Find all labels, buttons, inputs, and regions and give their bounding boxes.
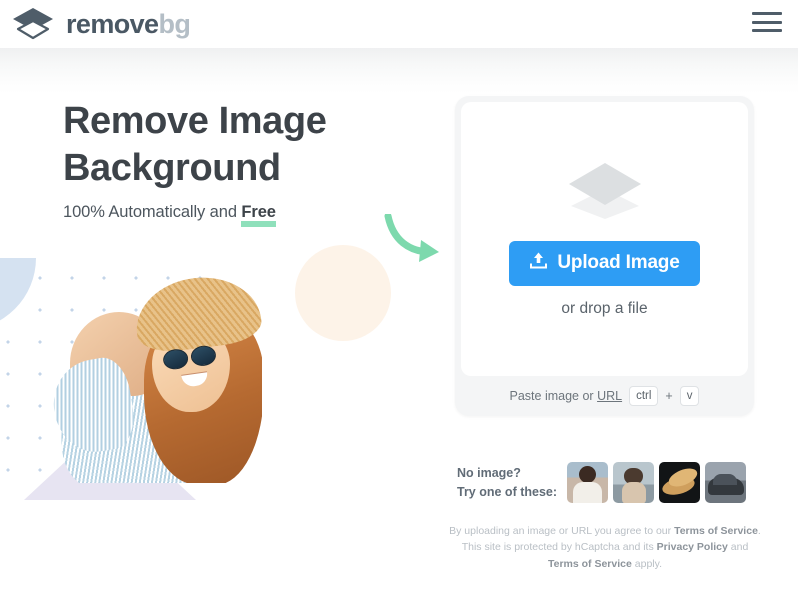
paste-hint-text: Paste image or URL [510,389,623,403]
page-title: Remove Image Background [63,98,327,191]
page-title-line2: Background [63,146,281,189]
legal-line-2: This site is protected by hCaptcha and i… [440,539,770,555]
sample-thumbnail-cat[interactable] [613,462,655,503]
upload-icon [529,251,548,276]
hamburger-line [752,12,782,15]
sample-images-label: No image? Try one of these: [457,464,557,500]
page-title-line1: Remove Image [63,100,327,142]
key-ctrl: ctrl [629,385,659,407]
legal-line2-end: and [727,541,749,554]
paste-url-link[interactable]: URL [597,389,622,403]
key-plus: + [665,389,673,403]
hero-copy: Remove Image Background 100% Automatical… [63,98,327,222]
hero-photo [32,268,262,483]
sample-thumbnails [567,462,747,503]
legal-line1-text: By uploading an image or URL you agree t… [449,525,675,537]
upload-card: Upload Image or drop a file Paste image … [455,96,754,416]
legal-line-3: Terms of Service apply. [440,556,770,572]
privacy-policy-link[interactable]: Privacy Policy [657,541,728,553]
legal-disclaimer: By uploading an image or URL you agree t… [440,523,770,572]
paste-hint: Paste image or URL ctrl + v [461,376,748,416]
brand-name-primary: remove [66,8,159,39]
layers-logo-icon [12,7,54,41]
terms-of-service-link[interactable]: Terms of Service [674,525,758,537]
sample-label-line1: No image? [457,466,521,481]
sample-thumbnail-bread[interactable] [659,462,701,503]
legal-line2-text: This site is protected by hCaptcha and i… [461,541,657,554]
curved-arrow-icon [383,212,445,271]
sample-thumbnail-woman[interactable] [567,462,609,503]
hamburger-line [752,29,782,32]
hero-subtitle: 100% Automatically and Free [63,203,326,222]
paste-hint-prefix: Paste image or [509,389,598,403]
layers-placeholder-icon [565,161,645,219]
sample-thumbnail-car[interactable] [705,462,747,503]
hamburger-line [752,20,782,24]
peach-circle-decoration [295,245,391,341]
dropzone[interactable]: Upload Image or drop a file [461,102,748,376]
key-v: v [679,385,700,407]
hamburger-menu-icon[interactable] [752,9,782,35]
sample-images-section: No image? Try one of these: [457,462,747,503]
terms-of-service-link-2[interactable]: Terms of Service [548,558,632,570]
legal-line1-end: . [757,525,761,537]
legal-line-1: By uploading an image or URL you agree t… [440,523,770,539]
page-root: removebg Remove Image Background 100% Au… [0,0,798,594]
sample-label-line2: Try one of these: [457,484,558,499]
drop-file-hint: or drop a file [561,299,648,317]
hero-subtitle-text: 100% Automatically and [63,203,242,222]
quarter-circle-decoration [0,258,36,330]
brand-logo-link[interactable]: removebg [12,7,191,41]
brand-name-secondary: bg [158,8,191,39]
header-shade [0,48,798,94]
legal-line3-end: apply. [631,557,663,570]
upload-image-button[interactable]: Upload Image [509,240,700,286]
hero-subtitle-highlight: Free [241,203,276,222]
brand-text: removebg [66,8,191,39]
site-header: removebg [0,0,798,48]
upload-image-button-label: Upload Image [557,252,680,273]
